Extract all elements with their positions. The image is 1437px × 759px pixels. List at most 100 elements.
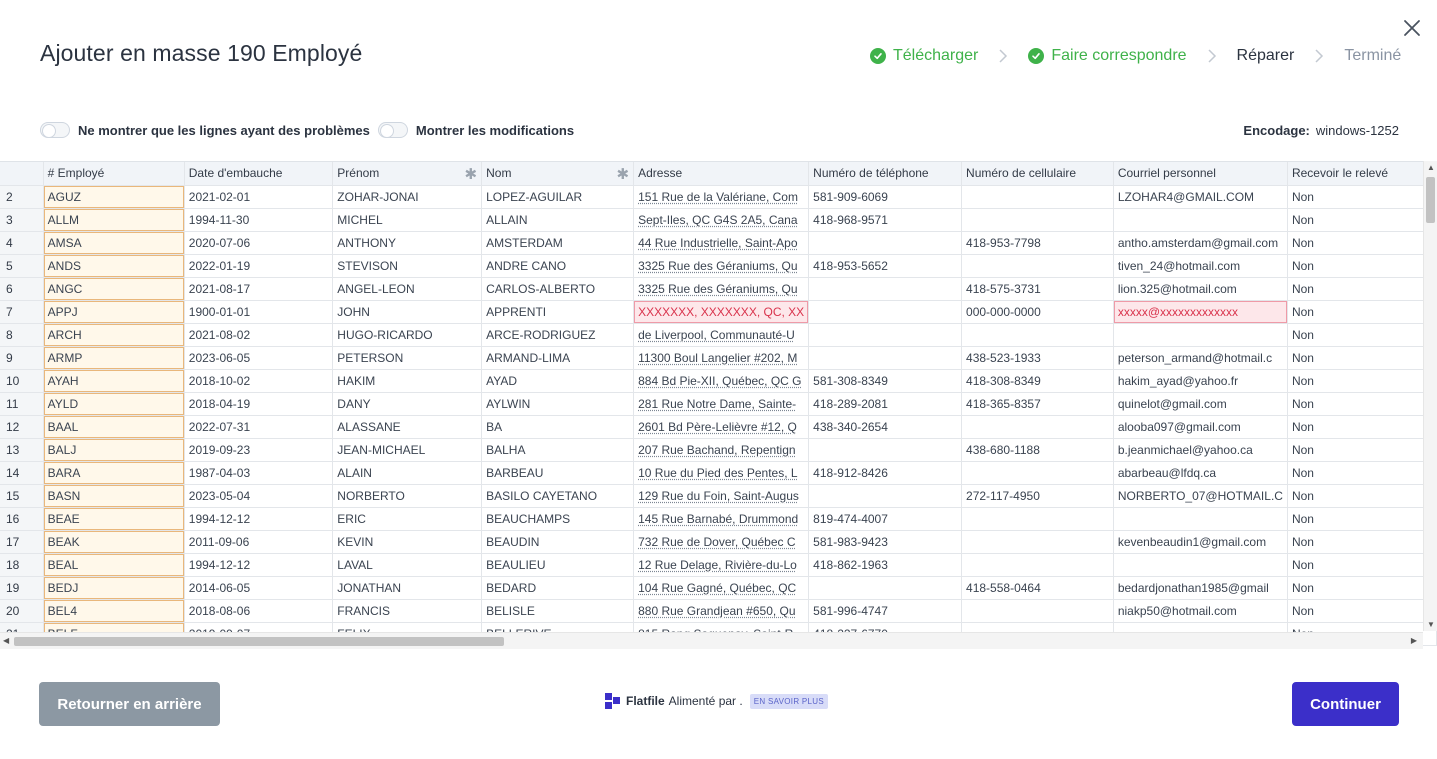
- table-cell[interactable]: 2018-08-06: [184, 599, 334, 623]
- scroll-right-icon[interactable]: ▶: [1411, 636, 1417, 645]
- table-cell[interactable]: AYAH: [43, 369, 185, 393]
- table-cell[interactable]: [808, 346, 963, 370]
- table-cell[interactable]: [1113, 208, 1288, 232]
- table-cell[interactable]: Non: [1287, 507, 1437, 531]
- table-cell[interactable]: Non: [1287, 599, 1437, 623]
- table-cell[interactable]: 418-953-5652: [808, 254, 963, 278]
- table-cell[interactable]: [961, 599, 1114, 623]
- table-cell[interactable]: 418-558-0464: [961, 576, 1114, 600]
- learn-more-link[interactable]: EN SAVOIR PLUS: [749, 693, 829, 709]
- close-icon[interactable]: [1402, 18, 1422, 38]
- table-cell[interactable]: STEVISON: [332, 254, 483, 278]
- table-cell[interactable]: JOHN: [332, 300, 483, 324]
- scroll-up-icon[interactable]: ▲: [1427, 163, 1435, 172]
- table-cell[interactable]: 2020-07-06: [184, 231, 334, 255]
- table-cell[interactable]: quinelot@gmail.com: [1113, 392, 1288, 416]
- table-cell[interactable]: LAVAL: [332, 553, 483, 577]
- table-cell[interactable]: BEDARD: [481, 576, 635, 600]
- table-cell[interactable]: 2018-10-02: [184, 369, 334, 393]
- table-cell[interactable]: 2021-08-02: [184, 323, 334, 347]
- table-cell[interactable]: Non: [1287, 323, 1437, 347]
- table-cell[interactable]: 438-523-1933: [961, 346, 1114, 370]
- table-cell[interactable]: 438-680-1188: [961, 438, 1114, 462]
- table-cell[interactable]: APPJ: [43, 300, 185, 324]
- table-cell[interactable]: 1987-04-03: [184, 461, 334, 485]
- table-cell[interactable]: 880 Rue Grandjean #650, Qu: [633, 599, 810, 623]
- table-cell[interactable]: AYAD: [481, 369, 635, 393]
- table-cell[interactable]: KEVIN: [332, 530, 483, 554]
- table-cell[interactable]: kevenbeaudin1@gmail.com: [1113, 530, 1288, 554]
- table-cell[interactable]: peterson_armand@hotmail.c: [1113, 346, 1288, 370]
- table-cell[interactable]: BASILO CAYETANO: [481, 484, 635, 508]
- vertical-scrollbar[interactable]: ▲ ▼: [1423, 161, 1437, 631]
- table-cell[interactable]: 129 Rue du Foin, Saint-Augus: [633, 484, 810, 508]
- table-cell[interactable]: BARBEAU: [481, 461, 635, 485]
- table-cell[interactable]: 418-912-8426: [808, 461, 963, 485]
- table-cell[interactable]: 581-308-8349: [808, 369, 963, 393]
- table-cell[interactable]: 2019-09-23: [184, 438, 334, 462]
- table-cell[interactable]: AYLWIN: [481, 392, 635, 416]
- table-cell[interactable]: 000-000-0000: [961, 300, 1114, 324]
- table-cell[interactable]: [808, 277, 963, 301]
- table-cell[interactable]: 145 Rue Barnabé, Drummond: [633, 507, 810, 531]
- table-cell[interactable]: [961, 461, 1114, 485]
- table-cell[interactable]: 418-953-7798: [961, 231, 1114, 255]
- table-cell[interactable]: 418-862-1963: [808, 553, 963, 577]
- table-cell[interactable]: ANTHONY: [332, 231, 483, 255]
- table-cell[interactable]: HAKIM: [332, 369, 483, 393]
- table-cell[interactable]: 281 Rue Notre Dame, Sainte-: [633, 392, 810, 416]
- table-cell[interactable]: Non: [1287, 208, 1437, 232]
- table-cell[interactable]: JEAN-MICHAEL: [332, 438, 483, 462]
- table-cell[interactable]: BEAL: [43, 553, 185, 577]
- table-cell[interactable]: Non: [1287, 254, 1437, 278]
- table-cell[interactable]: 2601 Bd Père-Lelièvre #12, Q: [633, 415, 810, 439]
- table-cell[interactable]: BEDJ: [43, 576, 185, 600]
- back-button[interactable]: Retourner en arrière: [39, 682, 220, 726]
- table-cell[interactable]: ERIC: [332, 507, 483, 531]
- table-cell[interactable]: [961, 415, 1114, 439]
- table-cell[interactable]: Non: [1287, 300, 1437, 324]
- table-cell[interactable]: Non: [1287, 231, 1437, 255]
- table-cell[interactable]: BEAE: [43, 507, 185, 531]
- scroll-down-icon[interactable]: ▼: [1427, 620, 1435, 629]
- table-cell[interactable]: 418-365-8357: [961, 392, 1114, 416]
- table-cell[interactable]: Non: [1287, 277, 1437, 301]
- table-cell[interactable]: 3325 Rue des Géraniums, Qu: [633, 254, 810, 278]
- table-cell[interactable]: [1113, 553, 1288, 577]
- table-cell[interactable]: HUGO-RICARDO: [332, 323, 483, 347]
- table-cell[interactable]: 11300 Boul Langelier #202, M: [633, 346, 810, 370]
- table-cell[interactable]: Sept-Iles, QC G4S 2A5, Cana: [633, 208, 810, 232]
- table-cell[interactable]: [1113, 507, 1288, 531]
- table-cell[interactable]: ARCE-RODRIGUEZ: [481, 323, 635, 347]
- table-cell[interactable]: Non: [1287, 346, 1437, 370]
- table-cell[interactable]: BELISLE: [481, 599, 635, 623]
- table-cell[interactable]: CARLOS-ALBERTO: [481, 277, 635, 301]
- table-cell[interactable]: [961, 507, 1114, 531]
- problems-only-toggle[interactable]: [40, 122, 70, 138]
- scroll-left-icon[interactable]: ◀: [3, 636, 9, 645]
- column-header[interactable]: # Employé: [43, 162, 185, 186]
- column-header[interactable]: Numéro de cellulaire: [961, 162, 1114, 186]
- table-cell[interactable]: bedardjonathan1985@gmail: [1113, 576, 1288, 600]
- table-cell[interactable]: [961, 553, 1114, 577]
- table-cell[interactable]: ARMAND-LIMA: [481, 346, 635, 370]
- column-header[interactable]: Courriel personnel: [1113, 162, 1288, 186]
- table-cell[interactable]: 2021-02-01: [184, 185, 334, 209]
- table-cell[interactable]: niakp50@hotmail.com: [1113, 599, 1288, 623]
- table-cell[interactable]: 418-575-3731: [961, 277, 1114, 301]
- table-cell[interactable]: b.jeanmichael@yahoo.ca: [1113, 438, 1288, 462]
- table-cell[interactable]: abarbeau@lfdq.ca: [1113, 461, 1288, 485]
- table-cell[interactable]: Non: [1287, 438, 1437, 462]
- table-cell[interactable]: AMSA: [43, 231, 185, 255]
- table-cell[interactable]: 272-117-4950: [961, 484, 1114, 508]
- table-cell[interactable]: ZOHAR-JONAI: [332, 185, 483, 209]
- table-cell[interactable]: Non: [1287, 392, 1437, 416]
- table-cell[interactable]: 2018-04-19: [184, 392, 334, 416]
- table-cell[interactable]: BASN: [43, 484, 185, 508]
- table-cell[interactable]: ANGC: [43, 277, 185, 301]
- table-cell[interactable]: 207 Rue Bachand, Repentign: [633, 438, 810, 462]
- encoding-value[interactable]: windows-1252: [1316, 123, 1399, 138]
- table-cell[interactable]: AMSTERDAM: [481, 231, 635, 255]
- table-cell[interactable]: 581-909-6069: [808, 185, 963, 209]
- table-cell[interactable]: APPRENTI: [481, 300, 635, 324]
